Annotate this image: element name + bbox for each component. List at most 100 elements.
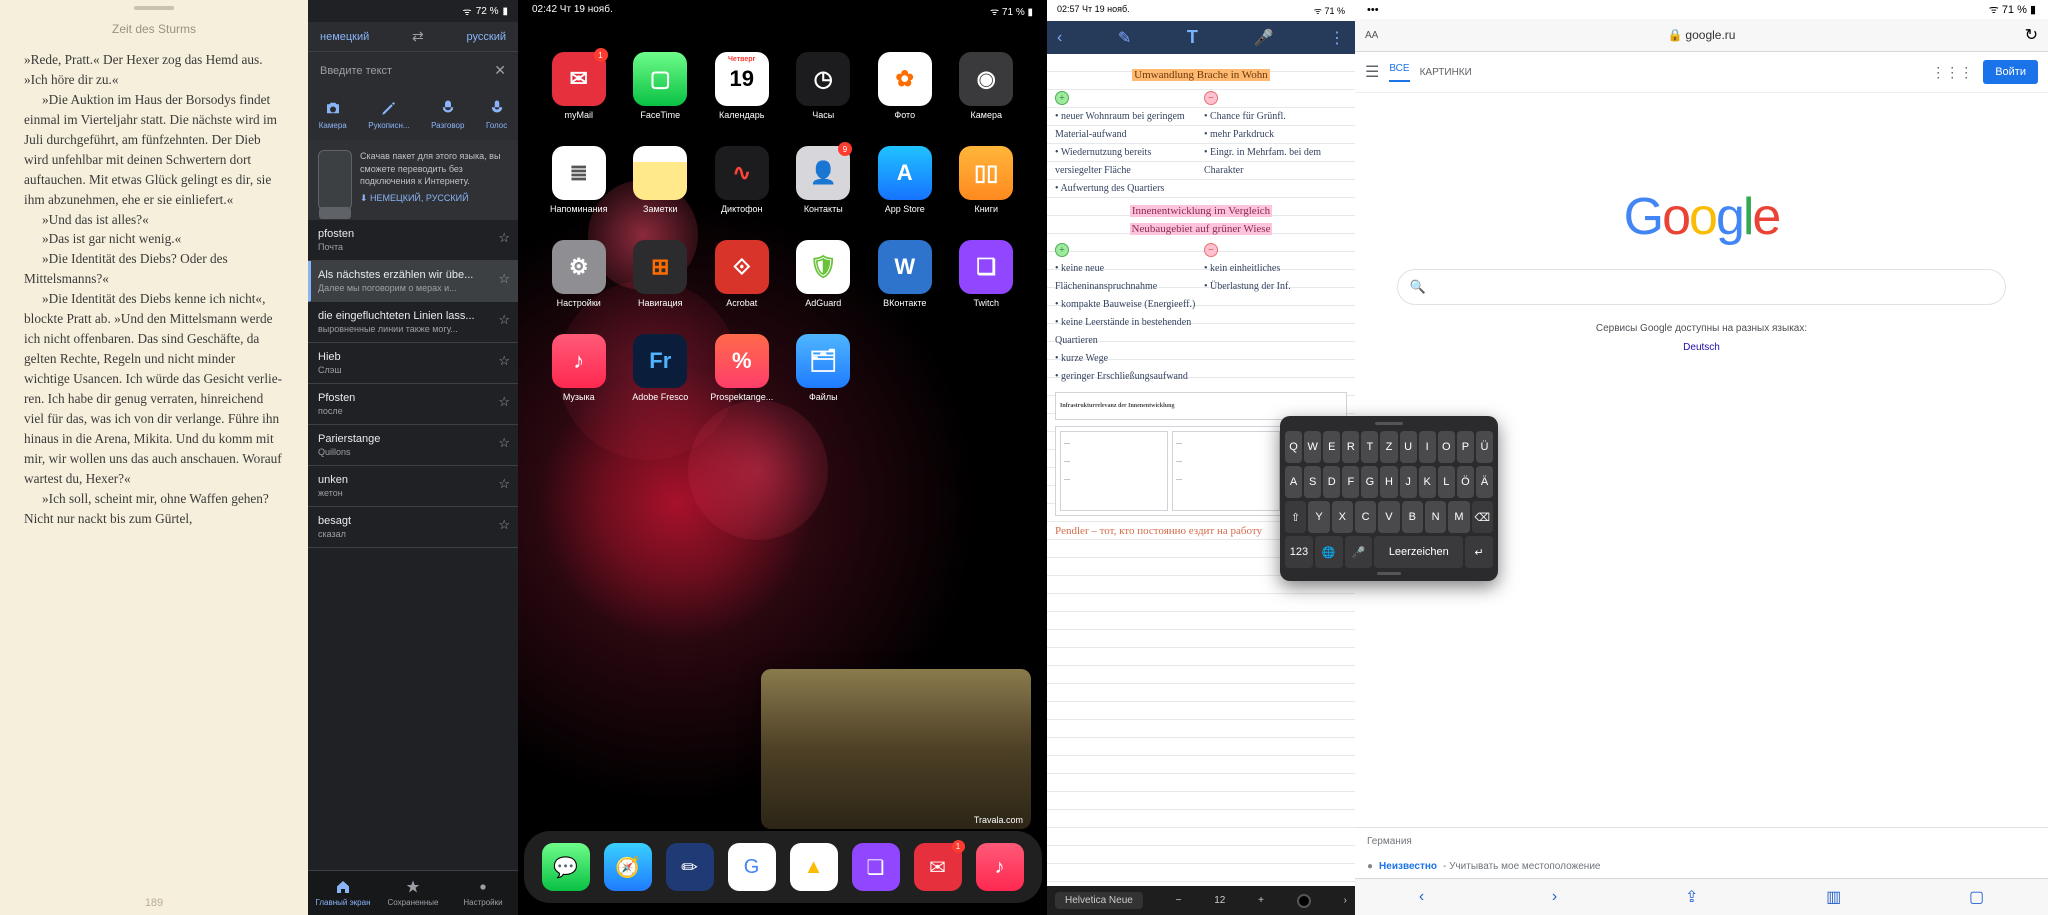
key-J[interactable]: J bbox=[1400, 466, 1417, 498]
more-format[interactable]: › bbox=[1344, 895, 1347, 906]
swap-icon[interactable]: ⇄ bbox=[412, 28, 424, 45]
key-O[interactable]: O bbox=[1438, 431, 1455, 463]
key-Leerzeichen[interactable]: Leerzeichen bbox=[1374, 536, 1463, 568]
app-Календарь[interactable]: Четверг19Календарь bbox=[705, 52, 779, 120]
app-Adobe Fresco[interactable]: FrAdobe Fresco bbox=[624, 334, 698, 402]
search-input[interactable]: 🔍 bbox=[1397, 269, 2007, 305]
key-W[interactable]: W bbox=[1304, 431, 1321, 463]
key-⌫[interactable]: ⌫ bbox=[1472, 501, 1493, 533]
key-V[interactable]: V bbox=[1378, 501, 1399, 533]
lang-link[interactable]: Deutsch bbox=[1683, 342, 1720, 353]
history-row[interactable]: die eingefluchteten Linien lass...выровн… bbox=[308, 302, 518, 343]
history-row[interactable]: ParierstangeQuillons☆ bbox=[308, 425, 518, 466]
text-input[interactable]: Введите текст ✕ bbox=[308, 51, 518, 89]
text-size-icon[interactable]: AA bbox=[1365, 30, 1378, 41]
floating-keyboard[interactable]: QWERTZUIOPÜASDFGHJKLÖÄ⇧YXCVBNM⌫123🌐🎤Leer… bbox=[1280, 416, 1498, 581]
tab-all[interactable]: ВСЕ bbox=[1389, 63, 1409, 82]
app-Книги[interactable]: ▯▯Книги bbox=[950, 146, 1024, 214]
key-F[interactable]: F bbox=[1342, 466, 1359, 498]
mic-icon[interactable]: 🎤 bbox=[1253, 28, 1273, 48]
key-U[interactable]: U bbox=[1400, 431, 1417, 463]
star-icon[interactable]: ☆ bbox=[498, 312, 510, 328]
back-icon[interactable]: ‹ bbox=[1057, 29, 1062, 47]
fwd-icon[interactable]: › bbox=[1552, 888, 1557, 906]
tab-star[interactable]: Сохраненные bbox=[378, 871, 448, 915]
back-icon[interactable]: ‹ bbox=[1419, 888, 1424, 906]
pip-window[interactable]: Travala.com bbox=[761, 669, 1031, 829]
key-B[interactable]: B bbox=[1402, 501, 1423, 533]
key-Q[interactable]: Q bbox=[1285, 431, 1302, 463]
app-Навигация[interactable]: ⊞Навигация bbox=[624, 240, 698, 308]
history-row[interactable]: Als nächstes erzählen wir übe...Далее мы… bbox=[308, 261, 518, 302]
key-Ö[interactable]: Ö bbox=[1457, 466, 1474, 498]
app-App Store[interactable]: AApp Store bbox=[868, 146, 942, 214]
tab-gear[interactable]: Настройки bbox=[448, 871, 518, 915]
history-row[interactable]: unkenжетон☆ bbox=[308, 466, 518, 507]
login-button[interactable]: Войти bbox=[1983, 60, 2038, 84]
app-myMail[interactable]: ✉myMail1 bbox=[542, 52, 616, 120]
app-AdGuard[interactable]: 🛡AdGuard bbox=[787, 240, 861, 308]
lang-to[interactable]: русский bbox=[467, 31, 506, 43]
kb-handle-bottom[interactable] bbox=[1377, 572, 1401, 575]
key-K[interactable]: K bbox=[1419, 466, 1436, 498]
app-Файлы[interactable]: 🗂Файлы bbox=[787, 334, 861, 402]
download-link[interactable]: ⬇ НЕМЕЦКИЙ, РУССКИЙ bbox=[360, 192, 508, 205]
star-icon[interactable]: ☆ bbox=[498, 394, 510, 410]
app-Заметки[interactable]: Заметки bbox=[624, 146, 698, 214]
key-L[interactable]: L bbox=[1438, 466, 1455, 498]
key-C[interactable]: C bbox=[1355, 501, 1376, 533]
key-P[interactable]: P bbox=[1457, 431, 1474, 463]
app-Фото[interactable]: ✿Фото bbox=[868, 52, 942, 120]
app-Acrobat[interactable]: ⟐Acrobat bbox=[705, 240, 779, 308]
star-icon[interactable]: ☆ bbox=[498, 476, 510, 492]
key-M[interactable]: M bbox=[1448, 501, 1469, 533]
star-icon[interactable]: ☆ bbox=[498, 435, 510, 451]
history-row[interactable]: pfostenПочта☆ bbox=[308, 220, 518, 261]
star-icon[interactable]: ☆ bbox=[498, 517, 510, 533]
app-Twitch[interactable]: ❏Twitch bbox=[950, 240, 1024, 308]
key-🌐[interactable]: 🌐 bbox=[1315, 536, 1343, 568]
key-I[interactable]: I bbox=[1419, 431, 1436, 463]
key-G[interactable]: G bbox=[1361, 466, 1378, 498]
key-T[interactable]: T bbox=[1361, 431, 1378, 463]
app-Напоминания[interactable]: ≣Напоминания bbox=[542, 146, 616, 214]
dock-app[interactable]: ❏ bbox=[852, 843, 900, 891]
share-icon[interactable]: ⇪ bbox=[1685, 887, 1698, 907]
app-Музыка[interactable]: ♪Музыка bbox=[542, 334, 616, 402]
offline-banner[interactable]: Скачав пакет для этого языка, вы сможете… bbox=[308, 140, 518, 220]
font-size[interactable]: 12 bbox=[1214, 895, 1225, 906]
font-selector[interactable]: Helvetica Neue bbox=[1055, 892, 1143, 909]
mode-camera[interactable]: Камера bbox=[319, 99, 347, 130]
key-🎤[interactable]: 🎤 bbox=[1345, 536, 1373, 568]
apps-grid-icon[interactable]: ⋮⋮⋮ bbox=[1931, 64, 1973, 81]
key-Z[interactable]: Z bbox=[1380, 431, 1397, 463]
book-text[interactable]: »Rede, Pratt.« Der Hexer zog das Hemd au… bbox=[0, 50, 308, 889]
key-Ä[interactable]: Ä bbox=[1476, 466, 1493, 498]
star-icon[interactable]: ☆ bbox=[498, 230, 510, 246]
bookmarks-icon[interactable]: ▥ bbox=[1826, 887, 1841, 907]
footer-location[interactable]: ● Неизвестно - Учитывать мое местоположе… bbox=[1355, 855, 2048, 878]
app-Prospektange...[interactable]: %Prospektange... bbox=[705, 334, 779, 402]
app-Диктофон[interactable]: ∿Диктофон bbox=[705, 146, 779, 214]
dock-app[interactable]: 🧭 bbox=[604, 843, 652, 891]
home-screen[interactable]: 02:42 Чт 19 нояб. ᯤ 71 % ▮ ✉myMail1▢Face… bbox=[518, 0, 1047, 915]
dock-app[interactable]: ♪ bbox=[976, 843, 1024, 891]
mode-pen[interactable]: Рукописн... bbox=[368, 99, 409, 130]
key-↵[interactable]: ↵ bbox=[1465, 536, 1493, 568]
history-row[interactable]: HiebСлэш☆ bbox=[308, 343, 518, 384]
size-dec[interactable]: − bbox=[1176, 895, 1182, 906]
app-Часы[interactable]: ◷Часы bbox=[787, 52, 861, 120]
key-E[interactable]: E bbox=[1323, 431, 1340, 463]
app-Контакты[interactable]: 👤Контакты9 bbox=[787, 146, 861, 214]
key-S[interactable]: S bbox=[1304, 466, 1321, 498]
reload-icon[interactable]: ↻ bbox=[2025, 25, 2038, 45]
more-icon[interactable]: ⋮ bbox=[1329, 28, 1345, 48]
dock-app[interactable]: G bbox=[728, 843, 776, 891]
dock-app[interactable]: ✉1 bbox=[914, 843, 962, 891]
mode-mic2[interactable]: Разговор bbox=[431, 99, 464, 130]
size-inc[interactable]: + bbox=[1258, 895, 1264, 906]
url-field[interactable]: 🔒google.ru bbox=[1388, 28, 2014, 42]
color-swatch[interactable] bbox=[1297, 894, 1311, 908]
history-list[interactable]: pfostenПочта☆Als nächstes erzählen wir ü… bbox=[308, 220, 518, 870]
key-Y[interactable]: Y bbox=[1308, 501, 1329, 533]
